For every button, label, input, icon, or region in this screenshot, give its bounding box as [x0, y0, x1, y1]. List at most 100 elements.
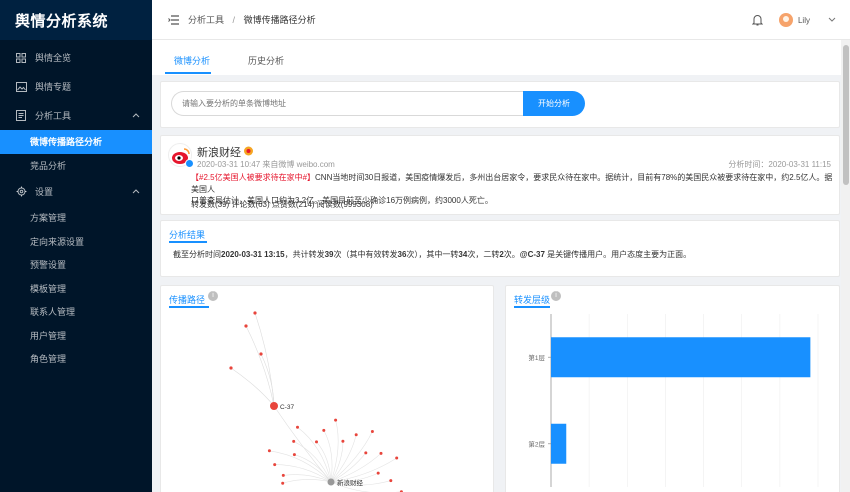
- network-node: [370, 430, 374, 433]
- network-node: [379, 451, 383, 455]
- gear-icon: [15, 186, 27, 197]
- network-node: [341, 439, 345, 443]
- network-node: [315, 440, 318, 444]
- sidebar-item-label: 预警设置: [30, 260, 67, 271]
- result-title: 分析结果: [169, 230, 206, 240]
- network-node: [292, 453, 296, 457]
- sidebar-item-label: 角色管理: [30, 354, 67, 365]
- vip-badge-icon: [243, 146, 254, 158]
- network-node: [395, 456, 399, 460]
- document-icon: [15, 110, 27, 121]
- post-author[interactable]: 新浪财经: [197, 144, 241, 160]
- network-node: [281, 481, 285, 485]
- breadcrumb-separator: /: [232, 15, 236, 25]
- grid-icon: [15, 52, 27, 63]
- sidebar-item-label: 模板管理: [30, 283, 67, 294]
- image-icon: [15, 81, 27, 92]
- sidebar-item-settings[interactable]: 设置: [0, 177, 152, 206]
- network-edge: [294, 454, 332, 483]
- breadcrumb-current: 微博传播路径分析: [243, 15, 316, 25]
- result-summary: 截至分析时间2020-03-31 13:15，共计转发39次（其中有效转发36次…: [173, 250, 692, 259]
- sidebar-item-label: 定向来源设置: [30, 236, 85, 247]
- scrollbar-thumb[interactable]: [843, 45, 849, 185]
- result-card: 分析结果 截至分析时间2020-03-31 13:15，共计转发39次（其中有效…: [160, 220, 840, 277]
- sidebar-item-overview[interactable]: 舆情全览: [0, 43, 152, 72]
- network-node: [322, 428, 326, 432]
- post-hashtag[interactable]: 【#2.5亿美国人被要求待在家中#】: [191, 173, 315, 182]
- y-tick-label: 第2层: [528, 439, 545, 448]
- sidebar-item-users[interactable]: 用户管理: [0, 324, 152, 348]
- bar: [551, 337, 811, 378]
- search-card: 开始分析: [160, 81, 840, 128]
- app-title: 舆情分析系统: [0, 0, 152, 40]
- username[interactable]: Lily: [798, 16, 810, 25]
- weibo-post-card: 新浪财经 2020-03-31 10:47 来自微博 weibo.com 分析时…: [160, 135, 840, 215]
- chevron-up-icon: [132, 186, 140, 196]
- sidebar-item-label: 竞品分析: [30, 160, 67, 171]
- network-edge: [245, 325, 275, 407]
- sidebar-item-label: 舆情全览: [35, 53, 72, 63]
- network-node: [267, 449, 271, 453]
- network-node: [259, 352, 263, 356]
- network-edge: [297, 427, 332, 483]
- network-node-c37: [270, 402, 278, 410]
- sidebar: 舆情分析系统 舆情全览 舆情专题 分析工具 微博传播路径分析 竞品分析 设置 方…: [0, 0, 152, 492]
- sidebar-item-label: 微博传播路径分析: [30, 137, 103, 148]
- network-node: [253, 311, 257, 315]
- breadcrumb-item[interactable]: 分析工具: [188, 15, 224, 25]
- network-node: [389, 479, 393, 483]
- network-label: C-37: [280, 404, 294, 411]
- y-tick-label: 第1层: [528, 353, 545, 362]
- network-node: [364, 451, 368, 455]
- avatar[interactable]: [778, 13, 793, 27]
- sidebar-item-roles[interactable]: 角色管理: [0, 347, 152, 371]
- sidebar-item-label: 分析工具: [35, 111, 72, 121]
- top-header: 分析工具 / 微博传播路径分析 Lily: [152, 0, 850, 40]
- network-edge: [269, 450, 332, 483]
- sidebar-item-topics[interactable]: 舆情专题: [0, 72, 152, 101]
- sidebar-item-label: 方案管理: [30, 213, 67, 224]
- sidebar-item-label: 联系人管理: [30, 307, 76, 318]
- chevron-up-icon: [132, 110, 140, 120]
- sidebar-item-label: 设置: [35, 187, 54, 197]
- tab-bar: 微博分析 历史分析: [152, 40, 841, 75]
- sidebar-item-label: 用户管理: [30, 330, 67, 341]
- network-node: [334, 418, 338, 422]
- sidebar-item-contacts[interactable]: 联系人管理: [0, 300, 152, 324]
- sidebar-item-sources[interactable]: 定向来源设置: [0, 230, 152, 254]
- sidebar-item-templates[interactable]: 模板管理: [0, 277, 152, 301]
- start-analysis-button[interactable]: 开始分析: [523, 91, 585, 116]
- network-edge: [273, 405, 332, 483]
- sidebar-item-analysis-tools[interactable]: 分析工具: [0, 101, 152, 130]
- main-content: 微博分析 历史分析 开始分析 新浪财经 2020-03-31 10:47 来自微…: [152, 40, 841, 492]
- verified-icon: [185, 159, 194, 168]
- tab-history-analysis[interactable]: 历史分析: [248, 54, 284, 67]
- tab-active-indicator: [165, 72, 211, 74]
- bar: [551, 423, 567, 464]
- weibo-url-input[interactable]: [171, 91, 524, 116]
- sidebar-item-schemes[interactable]: 方案管理: [0, 206, 152, 230]
- propagation-path-panel: 传播路径 i C-37 新浪财经: [160, 285, 494, 492]
- network-node: [281, 473, 285, 477]
- network-edge: [282, 479, 332, 484]
- result-title-underline: [169, 241, 207, 243]
- sidebar-item-alerts[interactable]: 预警设置: [0, 253, 152, 277]
- menu-fold-icon[interactable]: [168, 14, 180, 25]
- propagation-network-chart: C-37 新浪财经: [229, 311, 403, 492]
- breadcrumb: 分析工具 / 微博传播路径分析: [188, 13, 316, 26]
- network-node: [296, 425, 299, 429]
- chevron-down-icon[interactable]: [828, 17, 836, 23]
- sidebar-item-competitor[interactable]: 竞品分析: [0, 154, 152, 178]
- post-meta: 2020-03-31 10:47 来自微博 weibo.com: [197, 160, 335, 169]
- forward-levels-panel: 转发层级 i 05101520253035第1层第2层: [505, 285, 840, 492]
- network-node: [354, 433, 358, 437]
- network-node-center: [327, 478, 335, 486]
- sidebar-item-weibo-path[interactable]: 微博传播路径分析: [0, 130, 152, 154]
- network-node: [292, 439, 296, 443]
- analysis-time: 分析时间：2020-03-31 11:15: [728, 160, 831, 169]
- post-stats: 转发数(39) 评论数(63) 点赞数(214) 阅读数(999308): [191, 200, 373, 209]
- network-node: [244, 324, 248, 328]
- network-edge: [230, 367, 275, 407]
- tab-weibo-analysis[interactable]: 微博分析: [174, 54, 210, 67]
- bell-icon[interactable]: [751, 14, 763, 26]
